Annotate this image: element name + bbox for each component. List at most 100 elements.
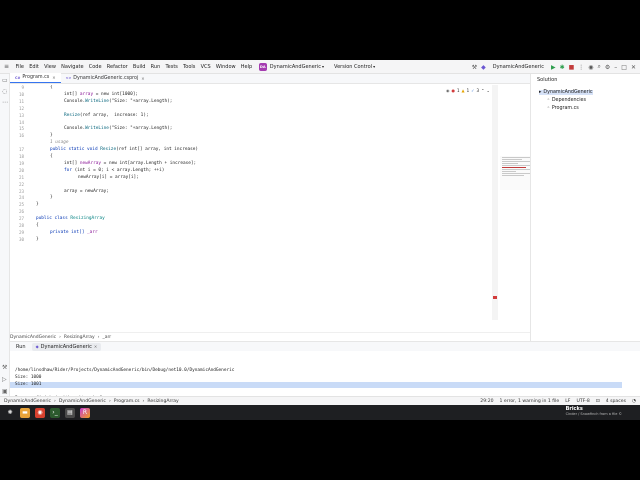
file-encoding[interactable]: UTF-8	[576, 399, 589, 404]
close-icon[interactable]: ✕	[94, 344, 97, 349]
close-icon[interactable]: ✕	[52, 75, 55, 80]
menu-item-vcs[interactable]: VCS	[198, 64, 213, 70]
tree-item-label: Dependencies	[551, 98, 586, 103]
menu-item-edit[interactable]: Edit	[27, 64, 42, 70]
line-separator[interactable]: LF	[565, 399, 570, 404]
structure-icon[interactable]: ⋯	[2, 99, 8, 106]
eye-icon: ◉	[446, 88, 450, 93]
code-line: private int[] _arr	[50, 229, 98, 235]
breadcrumb-item[interactable]: DynamicAndGeneric	[10, 335, 56, 340]
code-line: }	[50, 133, 53, 139]
debug-icon[interactable]: ✱	[560, 64, 565, 71]
line-number: 10	[18, 91, 24, 97]
breadcrumb-item[interactable]: ResizingArray	[64, 335, 95, 340]
version-control-menu[interactable]: Version Control	[334, 64, 372, 70]
terminal-icon[interactable]: ▣	[2, 388, 8, 395]
problems-summary[interactable]: 1 error, 1 warning in 1 file	[500, 399, 560, 404]
folder-icon[interactable]: ▭	[2, 77, 8, 84]
code-line: public static void Resize(ref int[] arra…	[50, 147, 199, 153]
breadcrumb: DynamicAndGeneric › ResizingArray › _arr	[10, 332, 530, 341]
chevron-right-icon: ›	[108, 398, 111, 404]
chevron-up-icon[interactable]: ⌃	[481, 88, 484, 93]
chevron-down-icon[interactable]: ⌄	[486, 88, 489, 93]
notifications-icon[interactable]: ◔	[632, 399, 636, 404]
menu-item-code[interactable]: Code	[86, 64, 104, 70]
menu-item-view[interactable]: View	[41, 64, 58, 70]
menu-item-build[interactable]: Build	[130, 64, 148, 70]
tree-node-icon: ◦	[547, 106, 550, 111]
menu-item-help[interactable]: Help	[238, 64, 255, 70]
search-icon[interactable]: ⌕	[598, 63, 601, 71]
project-badge[interactable]: DA	[258, 62, 267, 71]
browser-icon[interactable]: ◉	[35, 407, 45, 418]
status-crumb[interactable]: DynamicAndGeneric	[59, 399, 106, 404]
tree-item[interactable]: ◦ Program.cs	[547, 106, 579, 111]
minimize-icon[interactable]: –	[614, 64, 617, 71]
line-number: 23	[18, 188, 24, 194]
lock-icon[interactable]: ⊡	[596, 399, 600, 404]
line-number: 11	[18, 98, 24, 104]
line-number: 13	[18, 112, 24, 118]
run-icon[interactable]: ▶	[551, 64, 556, 71]
menu-item-tests[interactable]: Tests	[163, 64, 181, 70]
tab-program-cs[interactable]: C# Program.cs ✕	[10, 73, 61, 83]
inspection-widget[interactable]: ◉ ● 1 ▲ 1 ✓ 3 ⌃ ⌄	[446, 88, 490, 93]
line-number: 26	[18, 209, 24, 215]
run-tab[interactable]: ◆ DynamicAndGeneric ✕	[31, 342, 102, 351]
tree-item[interactable]: ◦ Dependencies	[547, 98, 586, 103]
menu-item-refactor[interactable]: Refactor	[104, 64, 130, 70]
line-number: 15	[18, 126, 24, 132]
chevron-right-icon: ›	[59, 334, 61, 340]
user-icon[interactable]: ◉	[588, 64, 593, 71]
status-crumb[interactable]: DynamicAndGeneric	[4, 399, 51, 404]
rider-app-icon[interactable]: R	[80, 407, 90, 418]
code-line: int[] newArray = new int[array.Length + …	[64, 160, 197, 166]
editor-app-icon[interactable]: ▤	[65, 407, 75, 418]
code-line: Resize(ref array, increase: 1);	[64, 112, 149, 118]
terminal-app-icon[interactable]: ›_	[50, 407, 60, 418]
run-panel-icon[interactable]: ▷	[2, 376, 7, 383]
status-crumb[interactable]: ResizingArray	[147, 399, 178, 404]
close-icon[interactable]: ✕	[631, 64, 636, 71]
file-type-icon: <>	[65, 76, 72, 80]
chevron-right-icon: ›	[97, 334, 100, 340]
stop-icon[interactable]: ■	[569, 64, 575, 71]
code-line: array = newArray;	[64, 188, 109, 194]
settings-icon[interactable]: ⚙	[605, 64, 610, 71]
indent-setting[interactable]: 4 spaces	[606, 399, 626, 404]
error-stripe-mark[interactable]	[493, 296, 497, 299]
build-icon[interactable]: ⚒	[2, 364, 7, 371]
chevron-down-icon: ▾	[373, 64, 376, 69]
menu-item-file[interactable]: File	[13, 64, 27, 70]
editor-scrollbar[interactable]	[492, 85, 498, 320]
project-name[interactable]: DynamicAndGeneric	[270, 64, 321, 70]
code-editor[interactable]: 9 10 11 12 13 14 15 16 17 18 19 20 21 22 23 24 25 26 27 28 2…	[10, 85, 498, 332]
menu-item-run[interactable]: Run	[148, 64, 163, 70]
menu-item-navigate[interactable]: Navigate	[59, 64, 87, 70]
status-crumb[interactable]: Program.cs	[114, 399, 140, 404]
files-icon[interactable]: ▬	[20, 407, 30, 418]
main-menu-icon[interactable]: ≡	[4, 63, 9, 70]
status-bar: DynamicAndGeneric › DynamicAndGeneric › Prog…	[0, 396, 640, 405]
maximize-icon[interactable]: □	[621, 64, 627, 71]
tree-item-label: DynamicAndGeneric	[543, 90, 593, 95]
caret-position[interactable]: 29:20	[480, 399, 493, 404]
breadcrumb-item[interactable]: _arr	[102, 335, 111, 340]
menu-item-tools[interactable]: Tools	[181, 64, 199, 70]
run-config-icon: ◆	[35, 344, 39, 349]
line-number: 30	[18, 236, 24, 242]
weather-widget[interactable]: Bricks Cinder / Snowfinch from a file ©	[566, 406, 622, 416]
app-launcher-icon[interactable]: ✺	[5, 408, 15, 418]
line-number: 25	[18, 202, 24, 208]
error-count: 1	[457, 88, 460, 93]
close-icon[interactable]: ✕	[141, 76, 144, 81]
menu-item-window[interactable]: Window	[213, 64, 238, 70]
tab-dynamicandgeneric-csproj[interactable]: <> DynamicAndGeneric.csproj ✕	[61, 73, 150, 83]
hammer-icon[interactable]: ⚒	[472, 64, 477, 71]
run-config-selector[interactable]: DynamicAndGeneric	[493, 64, 544, 70]
more-icon[interactable]: ⋮	[578, 64, 584, 71]
tree-item[interactable]: ▸ DynamicAndGeneric	[539, 90, 593, 95]
commit-icon[interactable]: ◌	[2, 88, 7, 95]
code-line: newArray[i] = array[i];	[78, 174, 139, 180]
console-line: /home/linsdhaw/Rider/Projects/DynamicAnd…	[15, 368, 235, 373]
